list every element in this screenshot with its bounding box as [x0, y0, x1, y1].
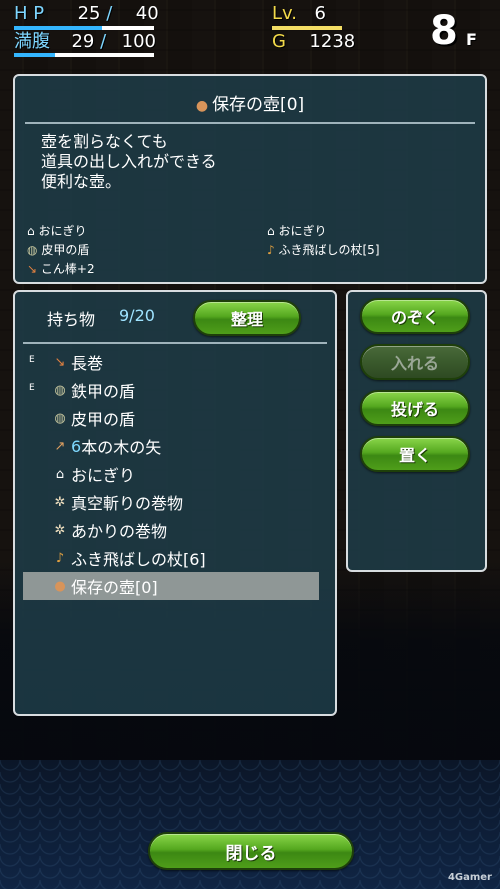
scroll-icon: ✲: [54, 494, 66, 510]
hp-bar-fill: [14, 26, 102, 30]
hunger-separator: /: [100, 31, 107, 52]
shield-icon: ◍: [54, 382, 66, 398]
pot-icon: ●: [54, 578, 66, 594]
level-bar-track: [272, 26, 342, 30]
hunger-display: 満腹 29 / 100: [14, 32, 156, 52]
hp-display: H P 25 / 40: [14, 4, 159, 24]
description-title-text: 保存の壺[0]: [212, 95, 305, 115]
action-button-label: 入れる: [390, 354, 439, 373]
sword-icon: ↘: [54, 354, 66, 370]
inventory-item-row[interactable]: E ◍ 鉄甲の盾: [23, 376, 323, 404]
action-button-label: のぞく: [390, 308, 439, 327]
floor-number: 8: [430, 8, 458, 54]
item-label: ふき飛ばしの杖[6]: [71, 550, 206, 569]
description-title: ● 保存の壺[0]: [15, 90, 485, 115]
inventory-item-row[interactable]: ↗ 6 本の木の矢: [23, 432, 323, 460]
hp-max: 40: [135, 3, 159, 24]
watermark-logo: 4Gamer: [447, 872, 492, 883]
description-text: 壺を割らなくても 道具の出し入れができる 便利な壺。: [41, 132, 217, 191]
item-label: おにぎり: [71, 466, 136, 485]
scroll-icon: ✲: [54, 522, 66, 538]
shield-icon: ◍: [27, 243, 38, 257]
item-description-panel: ● 保存の壺[0] 壺を割らなくても 道具の出し入れができる 便利な壺。 ⌂ おに…: [13, 74, 487, 284]
equip-left-item: ↘ こん棒+2: [27, 262, 95, 276]
staff-icon: ♪: [55, 550, 65, 566]
equip-list-right: ⌂ おにぎり ♪ ふき飛ばしの杖[5]: [267, 222, 380, 260]
hunger-current: 29: [71, 31, 95, 52]
item-quantity: 6: [71, 436, 82, 456]
hunger-bar-fill: [14, 53, 55, 57]
gold-label: G: [272, 31, 286, 52]
inventory-panel: 持ち物 9/20 整理 E ↘ 長巻 E ◍ 鉄甲の盾 ◍ 皮甲の盾 ↗ 6 本の木の矢 ⌂ おにぎり ✲…: [13, 290, 337, 716]
level-display: Lv. 6: [272, 4, 326, 24]
inventory-divider: [23, 342, 327, 344]
inventory-item-row[interactable]: ⌂ おにぎり: [23, 460, 323, 488]
item-label: あかりの巻物: [71, 522, 168, 541]
item-label: 皮甲の盾: [71, 410, 136, 429]
place-button[interactable]: 置く: [360, 436, 470, 472]
item-label: 保存の壺[0]: [71, 578, 158, 597]
inventory-header: 持ち物: [47, 310, 96, 329]
gold-display: G 1238: [272, 32, 355, 52]
hunger-max: 100: [121, 31, 157, 52]
club-icon: ↘: [27, 262, 38, 276]
close-button-label: 閉じる: [225, 843, 277, 864]
item-label: 鉄甲の盾: [71, 382, 136, 401]
onigiri-icon: ⌂: [267, 224, 275, 238]
shield-icon: ◍: [54, 410, 66, 426]
equipped-marker: E: [29, 383, 35, 393]
staff-icon: ♪: [267, 243, 275, 257]
close-button[interactable]: 閉じる: [148, 832, 354, 870]
equipped-marker: E: [29, 355, 35, 365]
level-value: 6: [314, 3, 326, 24]
floor-unit: F: [466, 30, 477, 49]
action-button-label: 置く: [398, 446, 431, 465]
put-in-button[interactable]: 入れる: [360, 344, 470, 380]
onigiri-icon: ⌂: [55, 466, 65, 482]
level-label: Lv.: [272, 3, 298, 24]
peek-button[interactable]: のぞく: [360, 298, 470, 334]
item-label: 真空斬りの巻物: [71, 494, 184, 513]
gold-value: 1238: [309, 31, 356, 52]
inventory-item-row[interactable]: ✲ あかりの巻物: [23, 516, 323, 544]
inventory-item-row[interactable]: ◍ 皮甲の盾: [23, 404, 323, 432]
inventory-count: 9/20: [119, 306, 155, 325]
arrow-icon: ↗: [54, 438, 66, 454]
hp-current: 25: [77, 3, 101, 24]
inventory-item-row[interactable]: ✲ 真空斬りの巻物: [23, 488, 323, 516]
hp-label: H P: [14, 3, 45, 24]
action-panel: のぞく入れる投げる置く: [346, 290, 487, 572]
hunger-label: 満腹: [14, 31, 50, 52]
throw-button[interactable]: 投げる: [360, 390, 470, 426]
equip-right-item: ♪ ふき飛ばしの杖[5]: [267, 243, 380, 257]
equip-left-item: ◍ 皮甲の盾: [27, 243, 90, 257]
item-label: 長巻: [71, 354, 104, 373]
equip-list-left: ⌂ おにぎり ◍ 皮甲の盾 ↘ こん棒+2: [27, 222, 95, 279]
pot-icon: ●: [195, 98, 209, 114]
item-label: 本の木の矢: [81, 438, 162, 457]
inventory-item-row[interactable]: E ↘ 長巻: [23, 348, 323, 376]
equip-right-item: ⌂ おにぎり: [267, 224, 327, 238]
inventory-item-row[interactable]: ● 保存の壺[0]: [23, 572, 319, 600]
hp-separator: /: [106, 3, 113, 24]
sort-button-label: 整理: [230, 310, 263, 329]
equip-left-item: ⌂ おにぎり: [27, 224, 87, 238]
onigiri-icon: ⌂: [27, 224, 35, 238]
inventory-list: E ↘ 長巻 E ◍ 鉄甲の盾 ◍ 皮甲の盾 ↗ 6 本の木の矢 ⌂ おにぎり ✲ 真空斬りの巻物 ✲ あかりの…: [23, 348, 323, 600]
action-button-label: 投げる: [390, 400, 439, 419]
description-divider: [25, 122, 475, 124]
inventory-item-row[interactable]: ♪ ふき飛ばしの杖[6]: [23, 544, 323, 572]
sort-button[interactable]: 整理: [193, 300, 301, 336]
